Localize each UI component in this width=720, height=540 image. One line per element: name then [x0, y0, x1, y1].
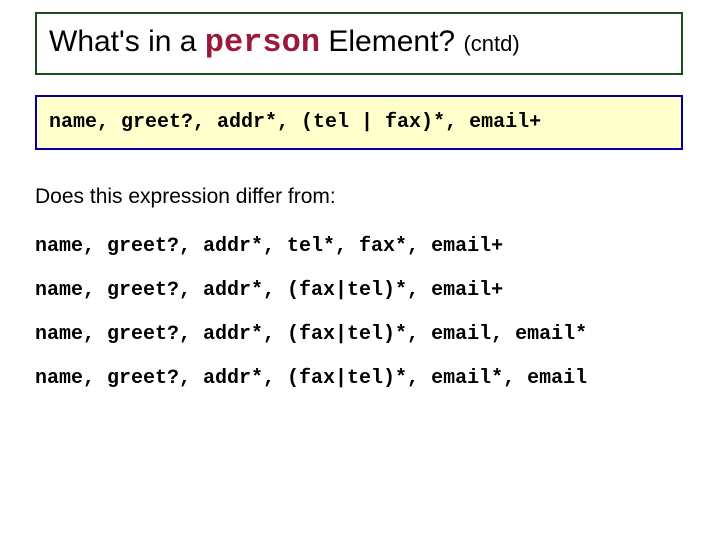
title-box: What's in a person Element? (cntd) — [35, 12, 683, 75]
question-text: Does this expression differ from: — [35, 185, 336, 209]
code-block-text: name, greet?, addr*, (tel | fax)*, email… — [49, 111, 541, 134]
expression-item: name, greet?, addr*, tel*, fax*, email+ — [35, 225, 587, 269]
title-part2: Element? — [320, 25, 463, 58]
title-text: What's in a person Element? (cntd) — [49, 25, 520, 58]
title-code-word: person — [205, 24, 320, 61]
expression-list: name, greet?, addr*, tel*, fax*, email+ … — [35, 225, 587, 401]
title-part1: What's in a — [49, 25, 205, 58]
code-block: name, greet?, addr*, (tel | fax)*, email… — [35, 95, 683, 150]
title-suffix: (cntd) — [463, 31, 519, 56]
expression-item: name, greet?, addr*, (fax|tel)*, email+ — [35, 269, 587, 313]
expression-item: name, greet?, addr*, (fax|tel)*, email*,… — [35, 357, 587, 401]
expression-item: name, greet?, addr*, (fax|tel)*, email, … — [35, 313, 587, 357]
